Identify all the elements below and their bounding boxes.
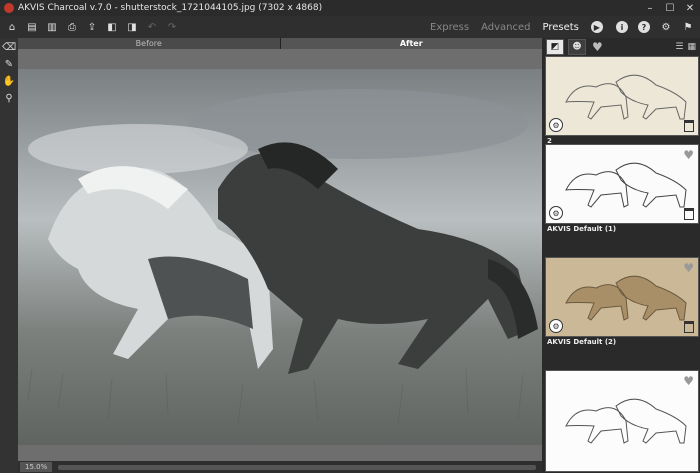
image-canvas[interactable] (18, 49, 542, 461)
presets-panel-header: ◩ ☻ ♥ ☰ ▦ (542, 38, 700, 56)
batch-icon[interactable]: ◧ (104, 19, 120, 35)
before-after-tabs: Before After (18, 38, 542, 49)
eraser-icon[interactable]: ⌫ (2, 40, 16, 54)
redo-icon[interactable]: ↷ (164, 19, 180, 35)
toolbar-right-icons: i ? ⚙ ⚑ (608, 16, 696, 38)
preset-favorite-heart-icon[interactable]: ♥ (683, 261, 694, 275)
home-icon[interactable]: ⌂ (4, 19, 20, 35)
preset-thumbnail[interactable]: ♥ (545, 370, 699, 472)
mode-express[interactable]: Express (430, 22, 469, 33)
favorites-heart-icon[interactable]: ♥ (592, 40, 603, 54)
preset-card[interactable]: ♥ ⚙ AKVIS Default (2) (545, 257, 699, 347)
stroke-brush-icon[interactable]: ✎ (2, 57, 16, 71)
preset-favorite-heart-icon[interactable]: ♥ (683, 374, 694, 388)
tab-after[interactable]: After (279, 38, 542, 49)
list-view-icon[interactable]: ☰ (675, 42, 683, 52)
run-icon[interactable]: ▶ (590, 21, 603, 33)
preset-card[interactable]: ♥ ⚙ AKVIS Default (1) (545, 144, 699, 234)
minimize-button[interactable]: – (640, 0, 660, 16)
preset-delete-trash-icon[interactable] (684, 321, 694, 333)
info-icon[interactable]: i (614, 19, 630, 35)
close-button[interactable]: ✕ (680, 0, 700, 16)
preset-favorite-heart-icon[interactable]: ♥ (683, 148, 694, 162)
help-icon[interactable]: ? (636, 19, 652, 35)
preset-name: AKVIS Default (2) (547, 338, 617, 346)
preset-settings-gear-icon[interactable]: ⚙ (549, 118, 563, 132)
preset-card[interactable]: ⚙ 2 (545, 56, 699, 146)
all-presets-tab-icon[interactable]: ◩ (546, 39, 564, 55)
status-bar: 15.0% (18, 461, 542, 473)
tab-before[interactable]: Before (18, 38, 280, 49)
preset-name: AKVIS Default (1) (547, 225, 617, 233)
maximize-button[interactable]: ☐ (660, 0, 680, 16)
view-mode-icons: ☰ ▦ (671, 42, 696, 52)
window-title: AKVIS Charcoal v.7.0 - shutterstock_1721… (18, 3, 323, 13)
open-file-icon[interactable]: ▤ (24, 19, 40, 35)
preset-delete-trash-icon[interactable] (684, 120, 694, 132)
share-icon[interactable]: ⇪ (84, 19, 100, 35)
notifications-icon[interactable]: ⚑ (680, 19, 696, 35)
mode-switch: Express Advanced Presets ▶ (430, 16, 603, 38)
zoom-level[interactable]: 15.0% (20, 462, 53, 472)
save-file-icon[interactable]: ▥ (44, 19, 60, 35)
preset-thumbnail[interactable]: ♥ ⚙ (545, 257, 699, 337)
app-logo-icon (4, 3, 14, 13)
preset-delete-trash-icon[interactable] (684, 208, 694, 220)
mode-advanced[interactable]: Advanced (481, 22, 530, 33)
hand-icon[interactable]: ✋ (2, 74, 16, 88)
mode-presets[interactable]: Presets (542, 22, 578, 33)
left-tool-panel: ⌫ ✎ ✋ ⚲ (0, 38, 18, 473)
charcoal-horses-image (18, 69, 542, 445)
horizontal-scrollbar[interactable] (58, 464, 536, 470)
preset-thumbnail[interactable]: ♥ ⚙ (545, 144, 699, 224)
undo-icon[interactable]: ↶ (144, 19, 160, 35)
grid-view-icon[interactable]: ▦ (687, 42, 696, 52)
preset-settings-gear-icon[interactable]: ⚙ (549, 319, 563, 333)
main-toolbar: ⌂ ▤ ▥ ⎙ ⇪ ◧ ◨ ↶ ↷ Express Advanced Prese… (0, 16, 700, 38)
preset-card[interactable]: ♥ (545, 370, 699, 472)
preset-settings-gear-icon[interactable]: ⚙ (549, 206, 563, 220)
preset-thumbnail[interactable]: ⚙ (545, 56, 699, 136)
plugin-icon[interactable]: ◨ (124, 19, 140, 35)
print-icon[interactable]: ⎙ (64, 19, 80, 35)
user-presets-tab-icon[interactable]: ☻ (568, 39, 586, 55)
zoom-icon[interactable]: ⚲ (2, 91, 16, 105)
settings-gear-icon[interactable]: ⚙ (658, 19, 674, 35)
presets-panel: ◩ ☻ ♥ ☰ ▦ ⚙ 2 ♥ ⚙ AKVIS Default (1) ♥ ⚙ (542, 38, 700, 473)
title-bar: AKVIS Charcoal v.7.0 - shutterstock_1721… (0, 0, 700, 16)
